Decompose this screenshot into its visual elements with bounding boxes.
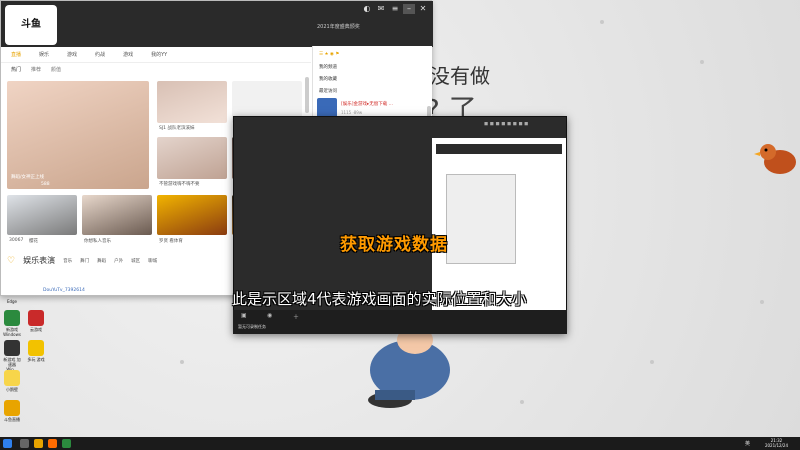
taskbar-clock[interactable]: 21:32 2021/12/24	[765, 438, 788, 448]
start-button[interactable]	[3, 439, 12, 448]
input-language-indicator[interactable]: 英	[745, 440, 750, 447]
stream-card[interactable]	[157, 137, 227, 179]
taskbar-app[interactable]	[34, 439, 43, 448]
stream-card[interactable]	[7, 195, 77, 235]
clock-date: 2021/12/24	[764, 443, 788, 448]
window-header: 斗鱼 2021年度盛典颁奖 ◐ ✉ ≡ – ✕	[1, 1, 433, 47]
section-tab[interactable]: 音乐	[63, 258, 72, 264]
item-stats: 1115 ·89w	[341, 110, 363, 115]
heart-icon: ♡	[7, 255, 16, 266]
desktop-icon-label: 云游戏	[30, 327, 42, 332]
subtitle-line-1: 获取游戏数据	[340, 235, 448, 255]
taskbar-app[interactable]	[62, 439, 71, 448]
taskbar: 英 21:32 2021/12/24	[0, 437, 800, 450]
tab-live[interactable]: 直播	[11, 47, 21, 62]
bg-dot	[520, 400, 524, 404]
card-caption: 罗贤 看体育	[159, 239, 183, 244]
panel-row-recent[interactable]: 最近访问	[319, 88, 337, 94]
taskbar-app[interactable]	[48, 439, 57, 448]
tab-my-yy[interactable]: 我的YY	[151, 47, 167, 62]
bg-dot	[600, 20, 604, 24]
tab-entertainment[interactable]: 娱乐	[39, 47, 49, 62]
message-icon[interactable]: ✉	[375, 4, 387, 14]
preview-titlebar	[436, 144, 562, 154]
desktop-icon-label: 斗鱼直播	[4, 417, 20, 422]
stream-card[interactable]	[82, 195, 152, 235]
scrollbar[interactable]	[305, 77, 309, 113]
card-sub: 樱花	[29, 239, 38, 244]
desktop-icon-edge[interactable]: Edge	[2, 298, 22, 304]
bg-dot	[760, 300, 764, 304]
section-header: ♡ 娱乐表演 音乐 舞门 舞蹈 户外 城区 聊城	[7, 255, 157, 266]
subtab-hot[interactable]: 热门	[11, 63, 21, 77]
app-logo: 斗鱼	[5, 5, 57, 45]
section-tab[interactable]: 舞蹈	[97, 258, 106, 264]
card-caption: 舞蹈/女神正上线	[11, 175, 45, 180]
desktop-icon-label: 小鹅壁	[6, 387, 18, 392]
footer-link[interactable]: DouYuTv_7392614	[43, 288, 85, 293]
item-title: [娱乐]金游戏▸无偿下载 ...	[341, 102, 393, 107]
app-icon	[4, 370, 20, 386]
desktop-icon[interactable]: 新游戏 加速器 Win...	[2, 340, 22, 372]
bird-illustration	[754, 144, 796, 174]
section-title: 娱乐表演	[23, 256, 56, 265]
player-caption: 暂无可录制任务	[238, 324, 266, 329]
taskbar-app[interactable]	[20, 439, 29, 448]
desktop-icon-label: 新游戏 Windows	[3, 327, 21, 337]
header-caption: 2021年度盛典颁奖	[317, 24, 360, 30]
desktop-icon-label: Edge	[6, 299, 18, 304]
section-tab[interactable]: 舞门	[80, 258, 89, 264]
background-heading-a: 没有做	[430, 64, 490, 88]
mic-icon[interactable]: ◉	[267, 312, 272, 319]
subtab-beauty[interactable]: 颜值	[51, 63, 61, 77]
panel-row-favorites[interactable]: 我的收藏	[319, 76, 337, 82]
panel-icons: ☰ ★ ◉ ⚑	[319, 52, 340, 57]
minimize-button[interactable]: –	[403, 4, 415, 14]
app-icon	[4, 310, 20, 326]
desktop-icon[interactable]: 新游戏 Windows	[2, 310, 22, 337]
tab-games[interactable]: 游戏	[67, 47, 77, 62]
skin-icon[interactable]: ◐	[361, 4, 373, 14]
item-thumb	[317, 98, 337, 118]
game-preview-area	[432, 138, 566, 310]
menu-icon[interactable]: ≡	[389, 4, 401, 14]
app-icon	[28, 340, 44, 356]
stream-card[interactable]	[157, 81, 227, 123]
card-count: 588	[41, 182, 50, 187]
desktop-icon[interactable]: 云游戏	[26, 310, 46, 332]
bg-dot	[650, 360, 654, 364]
panel-item[interactable]: [娱乐]金游戏▸无偿下载 ... 1115 ·89w	[317, 98, 429, 118]
close-button[interactable]: ✕	[417, 4, 429, 14]
panel-row-my-channel[interactable]: 我的频道	[319, 64, 337, 70]
card-caption: 你想私人音乐	[84, 239, 111, 244]
bg-dot	[700, 60, 704, 64]
desktop-icon[interactable]: 斗鱼直播	[2, 400, 22, 422]
app-icon	[28, 310, 44, 326]
main-nav: 直播 娱乐 游戏 约战 游戏 我的YY	[1, 47, 311, 63]
desktop-icon[interactable]: 多玩 游戏	[26, 340, 46, 362]
camera-icon[interactable]: ▣	[241, 312, 247, 319]
stream-card-game[interactable]	[157, 195, 227, 235]
section-tab[interactable]: 城区	[131, 258, 140, 264]
tab-games-2[interactable]: 游戏	[123, 47, 133, 62]
card-caption: 30067	[9, 238, 24, 243]
add-icon[interactable]: ＋	[293, 312, 299, 321]
desktop-icon-label: 多玩 游戏	[27, 357, 45, 362]
bg-dot	[180, 360, 184, 364]
card-caption: 不管游戏嗨不嗨不要	[159, 182, 200, 187]
card-caption: SJ1 战队老滨溪妹	[159, 126, 195, 131]
sub-nav: 热门 推荐 颜值	[1, 63, 311, 77]
player-bottom-bar: ▣ ◉ ＋	[233, 310, 567, 334]
player-toolbar-icons[interactable]: ◼ ◼ ◼ ◼ ◼ ◼ ◼ ◼	[484, 121, 528, 127]
desktop-icon[interactable]: 小鹅壁	[2, 370, 22, 392]
app-icon	[4, 340, 20, 356]
subtitle-line-2: 此是示区域4代表游戏画面的实际位置和大小	[232, 290, 527, 308]
stream-card-featured[interactable]	[7, 81, 149, 189]
subtab-recommend[interactable]: 推荐	[31, 63, 41, 77]
section-tab[interactable]: 聊城	[148, 258, 157, 264]
preview-window	[446, 174, 516, 264]
tab-battle[interactable]: 约战	[95, 47, 105, 62]
section-tab[interactable]: 户外	[114, 258, 123, 264]
app-icon	[4, 400, 20, 416]
